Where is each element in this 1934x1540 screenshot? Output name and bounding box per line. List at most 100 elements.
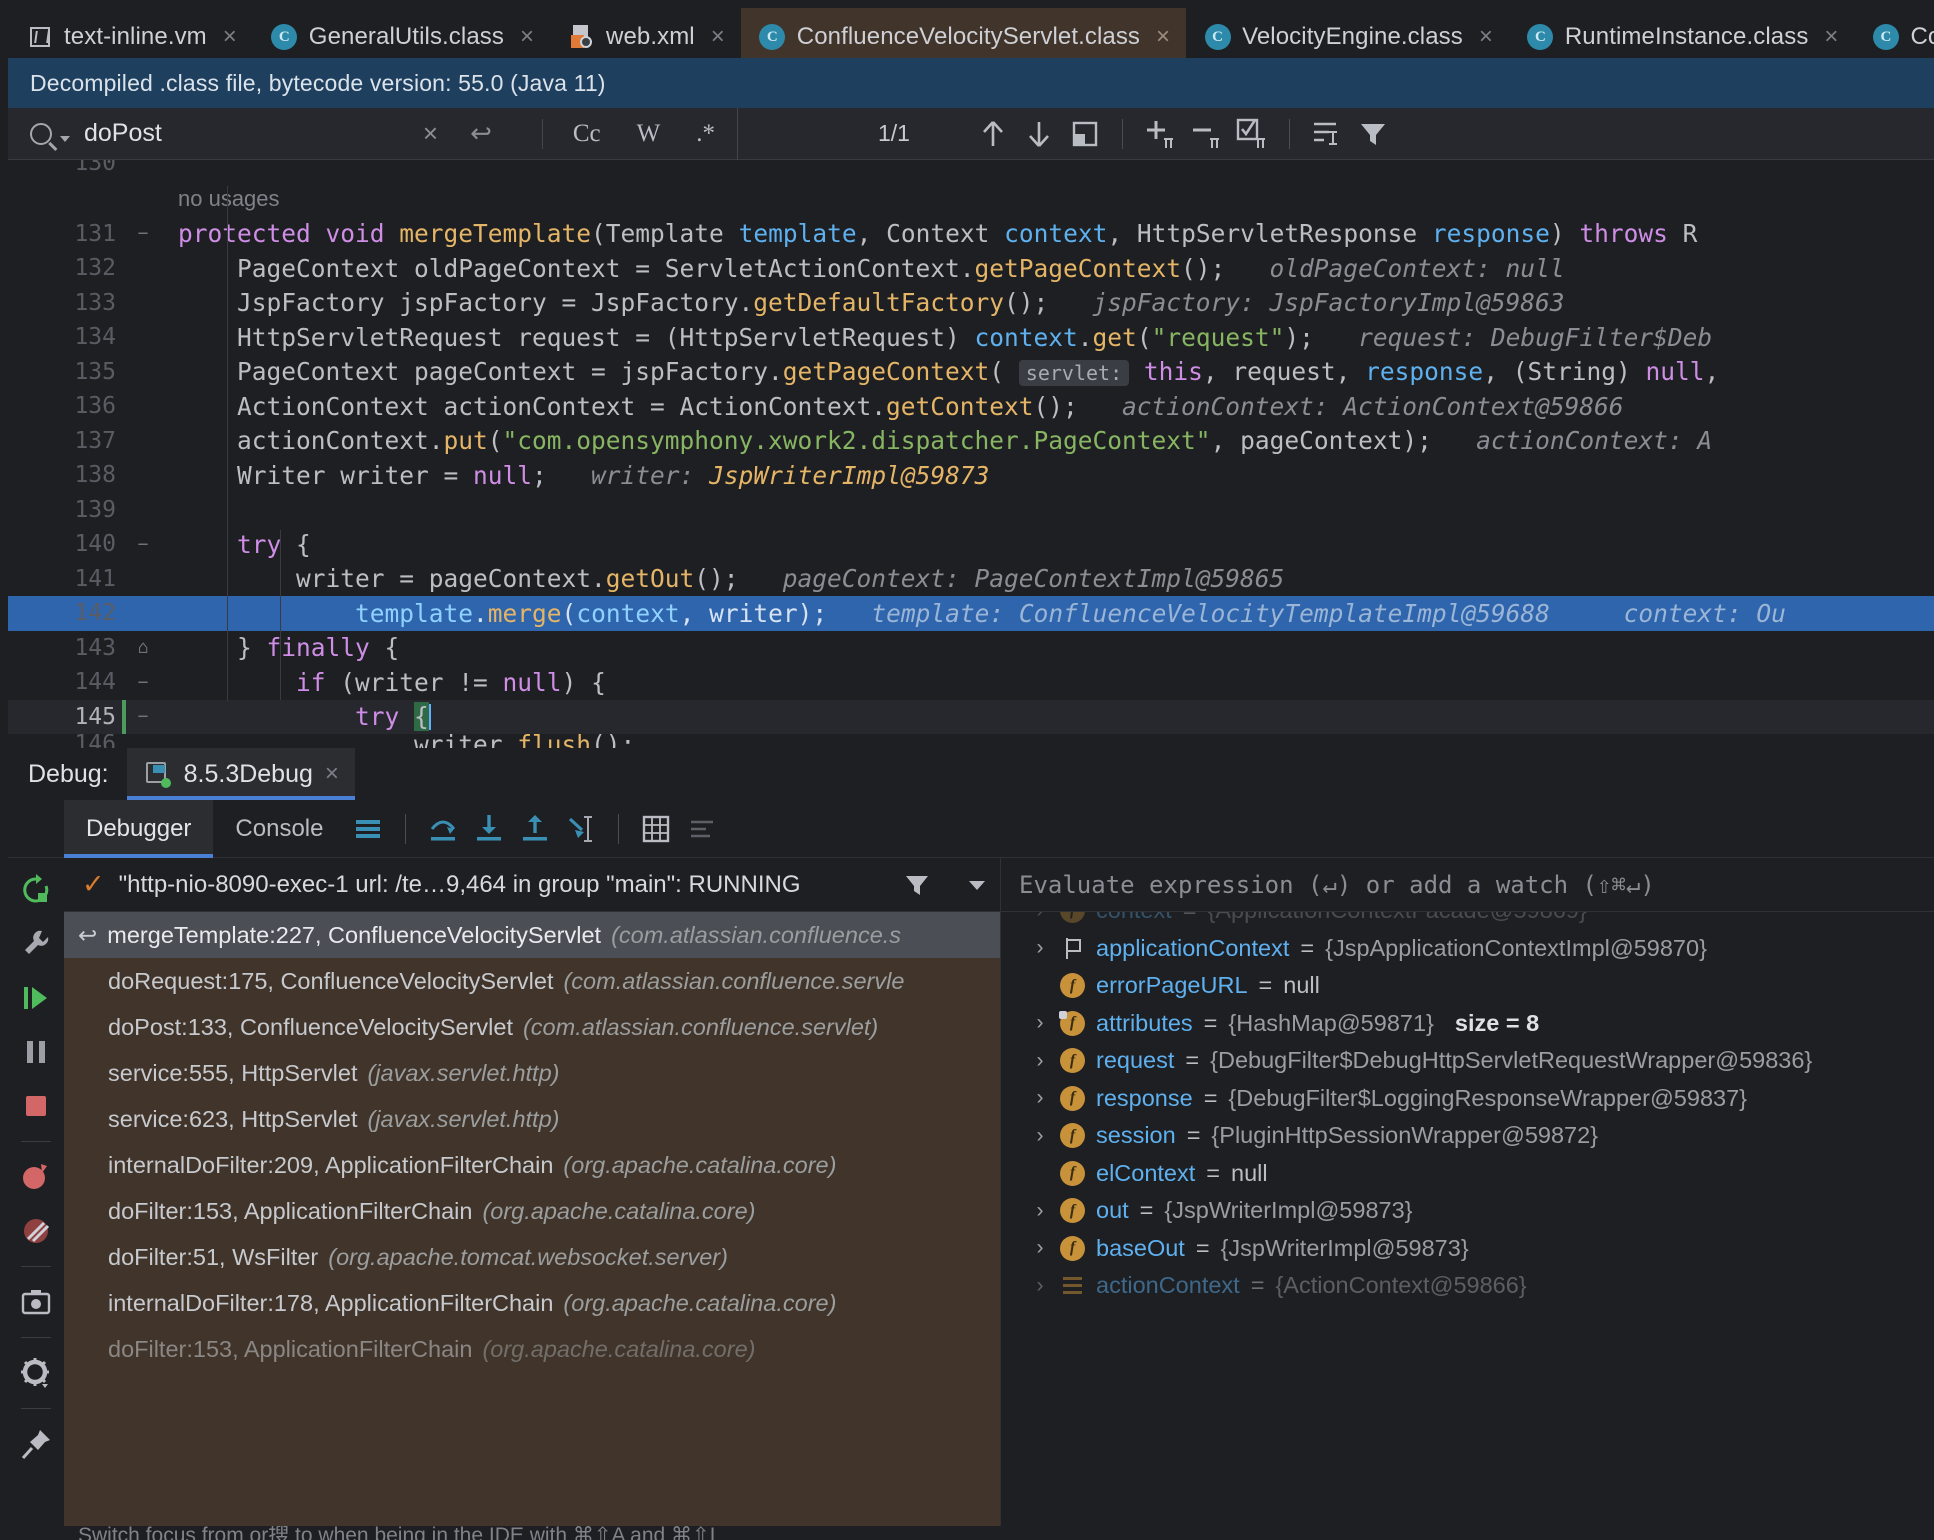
- fold-toggle-icon[interactable]: −: [134, 706, 152, 727]
- evaluate-expression-input[interactable]: Evaluate expression (↵) or add a watch (…: [1019, 871, 1655, 899]
- fold-toggle-icon[interactable]: −: [134, 223, 152, 244]
- fold-toggle-icon[interactable]: −: [134, 534, 152, 555]
- variable-row[interactable]: › f session = {PluginHttpSessionWrapper@…: [1001, 1117, 1934, 1155]
- resume-program-icon[interactable]: [12, 976, 60, 1020]
- debug-session-tab[interactable]: 8.5.3Debug ×: [126, 748, 356, 800]
- expand-chevron-icon[interactable]: ›: [1031, 1049, 1049, 1073]
- revert-search-icon[interactable]: ↩: [470, 118, 492, 149]
- close-icon[interactable]: ×: [520, 23, 534, 51]
- variable-row[interactable]: › f request = {DebugFilter$DebugHttpServ…: [1001, 1042, 1934, 1080]
- evaluate-expression-icon[interactable]: [633, 803, 679, 855]
- close-icon[interactable]: ×: [325, 760, 339, 788]
- step-out-icon[interactable]: [512, 803, 558, 855]
- code-line-136[interactable]: 136 ActionContext actionContext = Action…: [8, 389, 1934, 424]
- variable-row[interactable]: › f response = {DebugFilter$LoggingRespo…: [1001, 1080, 1934, 1118]
- thread-selector[interactable]: "http-nio-8090-exec-1 url: /te…9,464 in …: [119, 871, 880, 899]
- run-to-cursor-icon[interactable]: [558, 803, 604, 855]
- expand-chevron-icon[interactable]: ›: [1031, 1236, 1049, 1260]
- close-icon[interactable]: ×: [223, 23, 237, 51]
- layout-settings-icon[interactable]: [345, 803, 391, 855]
- variable-row[interactable]: › applicationContext = {JspApplicationCo…: [1001, 930, 1934, 968]
- variable-row[interactable]: › f errorPageURL = null: [1001, 967, 1934, 1005]
- add-watch-icon[interactable]: [1137, 108, 1183, 160]
- clear-search-icon[interactable]: ×: [423, 118, 438, 149]
- close-icon[interactable]: ×: [1479, 23, 1493, 51]
- filter-icon[interactable]: [894, 859, 940, 911]
- words-toggle[interactable]: W: [637, 120, 661, 148]
- rerun-icon[interactable]: [12, 868, 60, 912]
- variable-row[interactable]: › f out = {JspWriterImpl@59873}: [1001, 1192, 1934, 1230]
- select-all-occurrences-icon[interactable]: [1062, 108, 1108, 160]
- view-breakpoints-icon[interactable]: [12, 1155, 60, 1199]
- code-line-132[interactable]: 132 PageContext oldPageContext = Servlet…: [8, 251, 1934, 286]
- frame-row[interactable]: doPost:133, ConfluenceVelocityServlet (c…: [64, 1004, 1000, 1050]
- mute-breakpoints-icon[interactable]: [12, 1209, 60, 1253]
- code-line-145-caret[interactable]: 145 − try {: [8, 699, 1934, 734]
- pause-program-icon[interactable]: [12, 1030, 60, 1074]
- find-previous-icon[interactable]: [970, 108, 1016, 160]
- expand-chevron-icon[interactable]: ›: [1031, 1124, 1049, 1148]
- code-line-141[interactable]: 141 writer = pageContext.getOut(); pageC…: [8, 562, 1934, 597]
- search-input[interactable]: doPost: [84, 119, 409, 148]
- evaluate-expression-bar[interactable]: Evaluate expression (↵) or add a watch (…: [1000, 858, 1934, 912]
- code-line-142-current-execution[interactable]: 142 template.merge(context, writer); tem…: [8, 596, 1934, 631]
- frame-row[interactable]: service:555, HttpServlet (javax.servlet.…: [64, 1050, 1000, 1096]
- code-line-143[interactable]: 143 ⌂ } finally {: [8, 631, 1934, 666]
- settings-wrench-icon[interactable]: [12, 922, 60, 966]
- code-line-131[interactable]: 131 − protected void mergeTemplate(Templ…: [8, 217, 1934, 252]
- code-line-137[interactable]: 137 actionContext.put("com.opensymphony.…: [8, 424, 1934, 459]
- code-editor[interactable]: 130 no usages 131 − protected void merge…: [8, 160, 1934, 748]
- expand-chevron-icon[interactable]: ›: [1031, 936, 1049, 960]
- remove-watch-icon[interactable]: [1183, 108, 1229, 160]
- variable-row[interactable]: › f attributes = {HashMap@59871} size = …: [1001, 1005, 1934, 1043]
- code-line[interactable]: 130: [8, 160, 1934, 182]
- fold-toggle-icon[interactable]: ⌂: [134, 637, 152, 658]
- frame-row[interactable]: doRequest:175, ConfluenceVelocityServlet…: [64, 958, 1000, 1004]
- close-icon[interactable]: ×: [1824, 23, 1838, 51]
- expand-chevron-icon[interactable]: ›: [1031, 1086, 1049, 1110]
- call-stack-frames-list[interactable]: ↩ mergeTemplate:227, ConfluenceVelocityS…: [64, 912, 1000, 1526]
- code-line-139[interactable]: 139: [8, 493, 1934, 528]
- frame-row[interactable]: doFilter:51, WsFilter (org.apache.tomcat…: [64, 1234, 1000, 1280]
- pin-icon[interactable]: [12, 1422, 60, 1466]
- expand-chevron-icon[interactable]: ›: [1031, 1199, 1049, 1223]
- close-icon[interactable]: ×: [711, 23, 725, 51]
- chevron-down-icon[interactable]: [954, 859, 1000, 911]
- camera-snapshot-icon[interactable]: [12, 1280, 60, 1324]
- frame-row[interactable]: internalDoFilter:178, ApplicationFilterC…: [64, 1280, 1000, 1326]
- settings-lines-icon[interactable]: [679, 803, 725, 855]
- code-line-140[interactable]: 140 − try {: [8, 527, 1934, 562]
- close-icon[interactable]: ×: [1156, 23, 1170, 51]
- find-next-icon[interactable]: [1016, 108, 1062, 160]
- filter-icon[interactable]: [1350, 108, 1396, 160]
- frame-row[interactable]: internalDoFilter:209, ApplicationFilterC…: [64, 1142, 1000, 1188]
- variable-row[interactable]: › f baseOut = {JspWriterImpl@59873}: [1001, 1230, 1934, 1268]
- frame-row[interactable]: service:623, HttpServlet (javax.servlet.…: [64, 1096, 1000, 1142]
- code-line-134[interactable]: 134 HttpServletRequest request = (HttpSe…: [8, 320, 1934, 355]
- variable-row[interactable]: › f elContext = null: [1001, 1155, 1934, 1193]
- regex-toggle[interactable]: .*: [696, 120, 715, 148]
- gear-icon[interactable]: [12, 1351, 60, 1395]
- expand-chevron-icon[interactable]: ›: [1031, 1274, 1049, 1298]
- step-into-icon[interactable]: [466, 803, 512, 855]
- code-line-135[interactable]: 135 PageContext pageContext = jspFactory…: [8, 355, 1934, 390]
- find-input-container[interactable]: doPost × ↩ Cc W .*: [8, 107, 738, 160]
- match-case-toggle[interactable]: Cc: [573, 120, 601, 148]
- stop-program-icon[interactable]: [12, 1084, 60, 1128]
- fold-toggle-icon[interactable]: −: [134, 672, 152, 693]
- variable-row[interactable]: › actionContext = {ActionContext@59866}: [1001, 1267, 1934, 1305]
- code-line-138[interactable]: 138 Writer writer = null; writer: JspWri…: [8, 458, 1934, 493]
- variable-row[interactable]: › f context = {ApplicationContextFacade@…: [1001, 912, 1934, 930]
- code-line-146[interactable]: 146 writer.flush();: [8, 734, 1934, 748]
- frame-row[interactable]: doFilter:153, ApplicationFilterChain (or…: [64, 1326, 1000, 1372]
- code-line-144[interactable]: 144 − if (writer != null) {: [8, 665, 1934, 700]
- frame-row[interactable]: doFilter:153, ApplicationFilterChain (or…: [64, 1188, 1000, 1234]
- expand-chevron-icon[interactable]: ›: [1031, 912, 1049, 923]
- frame-row[interactable]: ↩ mergeTemplate:227, ConfluenceVelocityS…: [64, 912, 1000, 958]
- variables-tree[interactable]: › f context = {ApplicationContextFacade@…: [1000, 912, 1934, 1526]
- tab-console[interactable]: Console: [213, 800, 345, 858]
- sort-icon[interactable]: [1304, 108, 1350, 160]
- tab-debugger[interactable]: Debugger: [64, 799, 214, 858]
- check-all-icon[interactable]: [1229, 108, 1275, 160]
- expand-chevron-icon[interactable]: ›: [1031, 1011, 1049, 1035]
